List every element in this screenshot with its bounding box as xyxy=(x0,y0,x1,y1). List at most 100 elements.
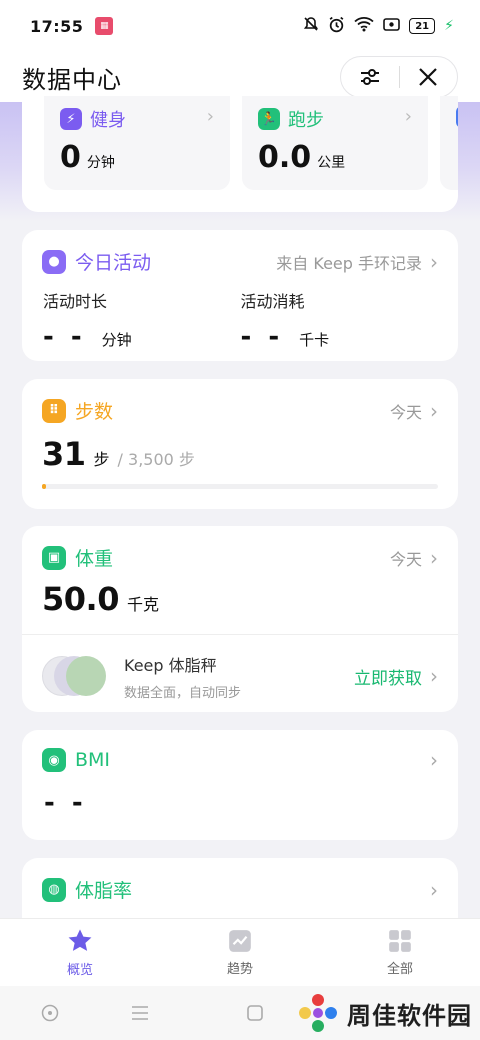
star-icon xyxy=(68,929,92,951)
steps-progress-bar xyxy=(42,484,438,489)
square-icon xyxy=(247,1005,263,1021)
chevron-right-icon: › xyxy=(430,748,438,772)
close-button[interactable] xyxy=(399,57,457,97)
steps-card[interactable]: ⠿ 步数 今天 › 31 步 / 3,500 步 xyxy=(22,379,458,509)
scale-disc-3 xyxy=(66,656,106,696)
weight-value-row: 50.0 千克 xyxy=(42,580,159,618)
sys-back-button[interactable] xyxy=(0,1003,100,1023)
footprints-icon: ⠿ xyxy=(42,398,66,423)
sport-value-row: 0 分钟 xyxy=(60,140,115,175)
steps-value-row: 31 步 / 3,500 步 xyxy=(42,435,195,473)
wifi-icon xyxy=(354,16,374,36)
sport-unit: 公里 xyxy=(317,155,346,171)
alarm-icon xyxy=(328,16,345,37)
running-icon: 🏃 xyxy=(258,108,280,130)
chevron-right-icon: › xyxy=(404,106,412,127)
nav-all[interactable]: 全部 xyxy=(320,919,480,986)
screen-record-icon xyxy=(383,17,400,36)
bmi-card-header: ◉ BMI › xyxy=(42,748,438,772)
activity-card[interactable]: ● 今日活动 来自 Keep 手环记录 › 活动时长 - - 分钟 活动消耗 -… xyxy=(22,230,458,361)
chevron-right-icon: › xyxy=(430,664,438,688)
body-fat-title: 体脂率 xyxy=(75,880,133,902)
sport-tile-fitness[interactable]: ⚡ 健身 › 0 分钟 xyxy=(44,96,230,190)
sport-tile-running[interactable]: 🏃 跑步 › 0.0 公里 xyxy=(242,96,428,190)
status-time: 17:55 xyxy=(30,16,84,36)
trend-chart-icon xyxy=(229,930,251,952)
sport-tile-header: ⚡ 健身 xyxy=(60,106,126,132)
metric-label: 活动消耗 xyxy=(240,292,305,311)
weight-card-header: ▣ 体重 今天 › xyxy=(42,544,438,571)
bmi-value: - - xyxy=(44,788,87,818)
steps-title: 步数 xyxy=(75,401,114,423)
nav-trends[interactable]: 趋势 xyxy=(160,919,320,986)
chevron-right-icon: › xyxy=(430,398,438,423)
metric-value-row: - - 千卡 xyxy=(241,322,439,352)
status-icons: 21 ⚡ xyxy=(303,16,454,37)
steps-card-header: ⠿ 步数 今天 › xyxy=(42,397,438,424)
nav-overview[interactable]: 概览 xyxy=(0,919,160,986)
scale-desc: 数据全面，自动同步 xyxy=(124,685,242,701)
weight-card[interactable]: ▣ 体重 今天 › 50.0 千克 Keep 体脂秤 数据全面，自动同步 立即获… xyxy=(22,526,458,712)
get-now-label: 立即获取 xyxy=(354,668,422,689)
sliders-icon xyxy=(360,69,379,85)
sport-value: 0 xyxy=(60,140,81,175)
weight-unit: 千克 xyxy=(126,595,159,614)
header-actions xyxy=(340,56,458,98)
steps-progress-fill xyxy=(42,484,46,489)
get-now-link[interactable]: 立即获取 › xyxy=(354,664,438,689)
body-fat-card-header: ◍ 体脂率 › xyxy=(42,876,438,903)
circle-dot-icon xyxy=(41,1004,59,1022)
activity-duration: 活动时长 - - 分钟 xyxy=(43,288,241,352)
metric-value: - - xyxy=(43,322,86,352)
weight-date-text: 今天 xyxy=(389,549,422,569)
scale-name: Keep 体脂秤 xyxy=(124,655,217,675)
metric-value-row: - - 分钟 xyxy=(43,322,241,352)
settings-button[interactable] xyxy=(341,57,399,97)
body-fat-icon: ◍ xyxy=(42,877,66,902)
flame-icon: ● xyxy=(42,249,66,274)
grid-icon xyxy=(389,930,411,952)
page-title: 数据中心 xyxy=(22,65,122,94)
bottom-nav: 概览 趋势 全部 xyxy=(0,918,480,986)
scale-promo[interactable]: Keep 体脂秤 数据全面，自动同步 立即获取 › xyxy=(42,646,438,706)
battery-icon: 21 xyxy=(409,18,436,34)
activity-title: 今日活动 xyxy=(75,252,152,274)
watermark-logo-icon xyxy=(297,992,339,1034)
bmi-icon: ◉ xyxy=(42,748,66,772)
steps-goal: / 3,500 步 xyxy=(117,450,195,469)
activity-calories: 活动消耗 - - 千卡 xyxy=(241,288,439,352)
sport-tile-header: 🏃 跑步 xyxy=(258,106,324,132)
metric-label: 活动时长 xyxy=(43,292,108,311)
nav-label: 全部 xyxy=(386,962,413,977)
activity-source-text: 来自 Keep 手环记录 xyxy=(276,253,422,273)
app-notification-icon: ▦ xyxy=(95,17,114,35)
status-bar: 17:55 ▦ 21 ⚡ xyxy=(0,0,480,52)
sport-value-row: | xyxy=(456,140,458,175)
sports-summary-card: ⚡ 健身 › 0 分钟 🏃 跑步 › 0.0 公里 | xyxy=(22,96,458,212)
sport-value-row: 0.0 公里 xyxy=(258,140,345,175)
sport-value-fragment: | xyxy=(456,140,458,175)
weight-title: 体重 xyxy=(75,548,114,570)
bmi-side: › xyxy=(430,750,438,770)
sport-icon xyxy=(456,106,458,128)
activity-card-header: ● 今日活动 来自 Keep 手环记录 › xyxy=(42,248,438,275)
activity-metrics: 活动时长 - - 分钟 活动消耗 - - 千卡 xyxy=(43,288,438,352)
close-icon xyxy=(419,68,438,86)
steps-date: 今天 › xyxy=(390,399,438,423)
steps-unit: 步 xyxy=(93,450,110,469)
sys-menu-button[interactable] xyxy=(100,1003,180,1023)
chevron-right-icon: › xyxy=(430,249,438,274)
steps-date-text: 今天 xyxy=(389,402,422,422)
activity-source: 来自 Keep 手环记录 › xyxy=(276,250,438,274)
nav-label: 概览 xyxy=(66,963,93,978)
charging-icon: ⚡ xyxy=(444,18,454,34)
sport-tile-partial[interactable]: | xyxy=(440,96,458,190)
menu-icon xyxy=(132,1006,148,1020)
scale-icon: ▣ xyxy=(42,545,66,570)
sport-unit: 分钟 xyxy=(86,155,115,171)
weight-divider xyxy=(22,634,458,635)
lightning-icon: ⚡ xyxy=(60,108,82,130)
body-fat-side: › xyxy=(430,880,438,900)
bmi-card[interactable]: ◉ BMI › - - xyxy=(22,730,458,840)
weight-date: 今天 › xyxy=(390,546,438,570)
